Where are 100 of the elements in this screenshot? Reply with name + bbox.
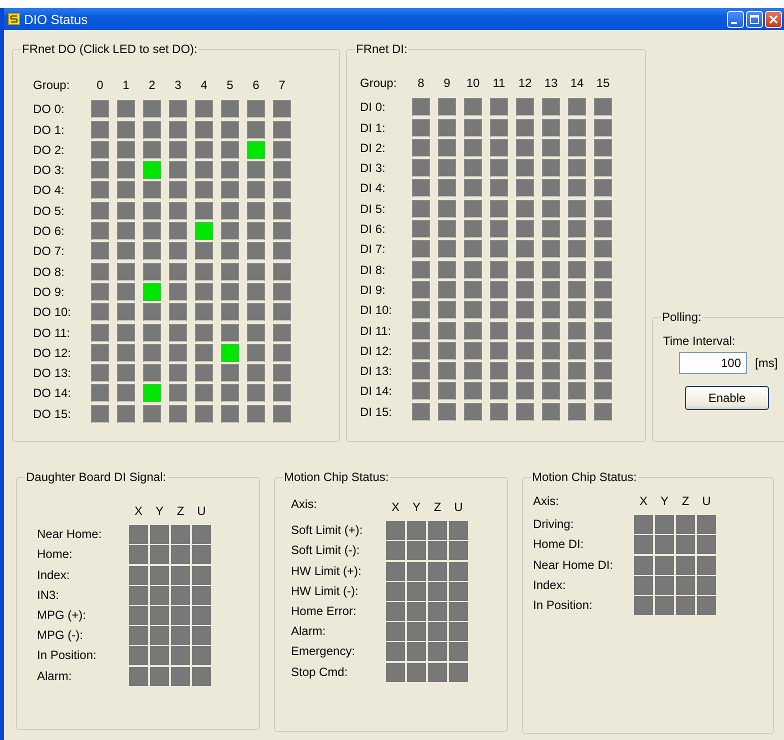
led-indicator[interactable] [221, 181, 239, 200]
led-indicator[interactable] [91, 303, 109, 322]
led-indicator[interactable] [195, 161, 213, 180]
led-indicator[interactable] [221, 282, 239, 301]
led-indicator[interactable] [273, 404, 291, 423]
led-indicator[interactable] [195, 344, 213, 362]
led-indicator[interactable] [221, 100, 239, 118]
led-indicator[interactable] [117, 384, 135, 402]
led-indicator[interactable] [143, 324, 161, 342]
led-indicator[interactable] [117, 140, 135, 159]
led-indicator[interactable] [273, 242, 291, 260]
led-indicator[interactable] [91, 384, 109, 402]
led-indicator[interactable] [195, 282, 213, 301]
led-indicator[interactable] [169, 262, 187, 281]
led-indicator[interactable] [247, 324, 265, 342]
led-indicator[interactable] [91, 324, 109, 342]
led-indicator[interactable] [195, 120, 213, 139]
led-indicator[interactable] [273, 140, 291, 159]
led-indicator[interactable] [169, 202, 187, 220]
led-indicator[interactable] [169, 242, 187, 260]
led-indicator[interactable] [247, 344, 265, 362]
led-indicator[interactable] [195, 202, 213, 220]
led-indicator[interactable] [117, 161, 135, 180]
close-button[interactable] [765, 10, 782, 28]
led-indicator[interactable] [221, 161, 239, 180]
led-indicator[interactable] [221, 324, 239, 342]
led-indicator[interactable] [169, 282, 187, 301]
led-indicator[interactable] [221, 262, 239, 281]
led-indicator[interactable] [143, 140, 161, 159]
led-indicator[interactable] [273, 100, 291, 118]
led-indicator[interactable] [143, 242, 161, 260]
led-indicator[interactable] [247, 100, 265, 118]
led-indicator[interactable] [247, 282, 265, 301]
led-indicator[interactable] [169, 120, 187, 139]
led-indicator[interactable] [169, 222, 187, 240]
led-indicator[interactable] [221, 202, 239, 220]
led-indicator[interactable] [117, 242, 135, 260]
led-indicator[interactable] [273, 262, 291, 281]
led-indicator[interactable] [143, 100, 161, 118]
maximize-button[interactable] [746, 10, 763, 28]
led-indicator[interactable] [91, 242, 109, 260]
led-indicator[interactable] [169, 161, 187, 180]
led-indicator[interactable] [221, 140, 239, 159]
led-indicator[interactable] [91, 181, 109, 200]
led-indicator[interactable] [169, 140, 187, 159]
led-indicator[interactable] [195, 324, 213, 342]
led-indicator[interactable] [247, 242, 265, 260]
led-indicator[interactable] [247, 303, 265, 322]
led-indicator[interactable] [195, 100, 213, 118]
led-indicator[interactable] [273, 282, 291, 301]
led-indicator[interactable] [91, 140, 109, 159]
led-indicator[interactable] [117, 303, 135, 322]
led-indicator[interactable] [91, 161, 109, 180]
led-indicator[interactable] [273, 120, 291, 139]
led-indicator[interactable] [117, 181, 135, 200]
led-indicator[interactable] [117, 202, 135, 220]
led-indicator[interactable] [247, 120, 265, 139]
led-indicator[interactable] [117, 282, 135, 301]
led-indicator[interactable] [143, 364, 161, 382]
led-indicator[interactable] [247, 384, 265, 402]
led-indicator[interactable] [91, 100, 109, 118]
led-indicator[interactable] [117, 404, 135, 423]
led-indicator[interactable] [247, 181, 265, 200]
led-indicator[interactable] [169, 303, 187, 322]
led-indicator[interactable] [91, 404, 109, 423]
led-indicator[interactable] [221, 303, 239, 322]
led-indicator[interactable] [169, 344, 187, 362]
led-indicator[interactable] [143, 344, 161, 362]
led-indicator[interactable] [143, 262, 161, 281]
led-indicator[interactable] [247, 161, 265, 180]
led-indicator[interactable] [221, 404, 239, 423]
interval-field[interactable]: 100 [679, 352, 747, 374]
led-indicator[interactable] [247, 202, 265, 220]
led-indicator[interactable] [91, 364, 109, 382]
led-indicator[interactable] [247, 404, 265, 423]
led-indicator[interactable] [169, 364, 187, 382]
led-indicator[interactable] [247, 364, 265, 382]
led-indicator[interactable] [195, 384, 213, 402]
led-indicator[interactable] [169, 100, 187, 118]
led-indicator[interactable] [273, 384, 291, 402]
led-indicator[interactable] [273, 364, 291, 382]
led-indicator[interactable] [91, 222, 109, 240]
led-indicator[interactable] [117, 364, 135, 382]
led-indicator[interactable] [117, 120, 135, 139]
led-indicator[interactable] [195, 303, 213, 322]
led-indicator[interactable] [273, 303, 291, 322]
led-indicator[interactable] [91, 282, 109, 301]
led-indicator[interactable] [273, 202, 291, 220]
enable-button[interactable]: Enable [685, 386, 769, 410]
led-indicator[interactable] [143, 202, 161, 220]
led-indicator[interactable] [91, 344, 109, 362]
led-indicator[interactable] [143, 303, 161, 322]
led-indicator[interactable] [273, 344, 291, 362]
led-indicator[interactable] [195, 262, 213, 281]
led-indicator[interactable] [221, 120, 239, 139]
led-indicator[interactable] [117, 324, 135, 342]
led-indicator[interactable] [221, 364, 239, 382]
led-indicator[interactable] [195, 181, 213, 200]
led-indicator[interactable] [169, 324, 187, 342]
led-indicator[interactable] [221, 242, 239, 260]
